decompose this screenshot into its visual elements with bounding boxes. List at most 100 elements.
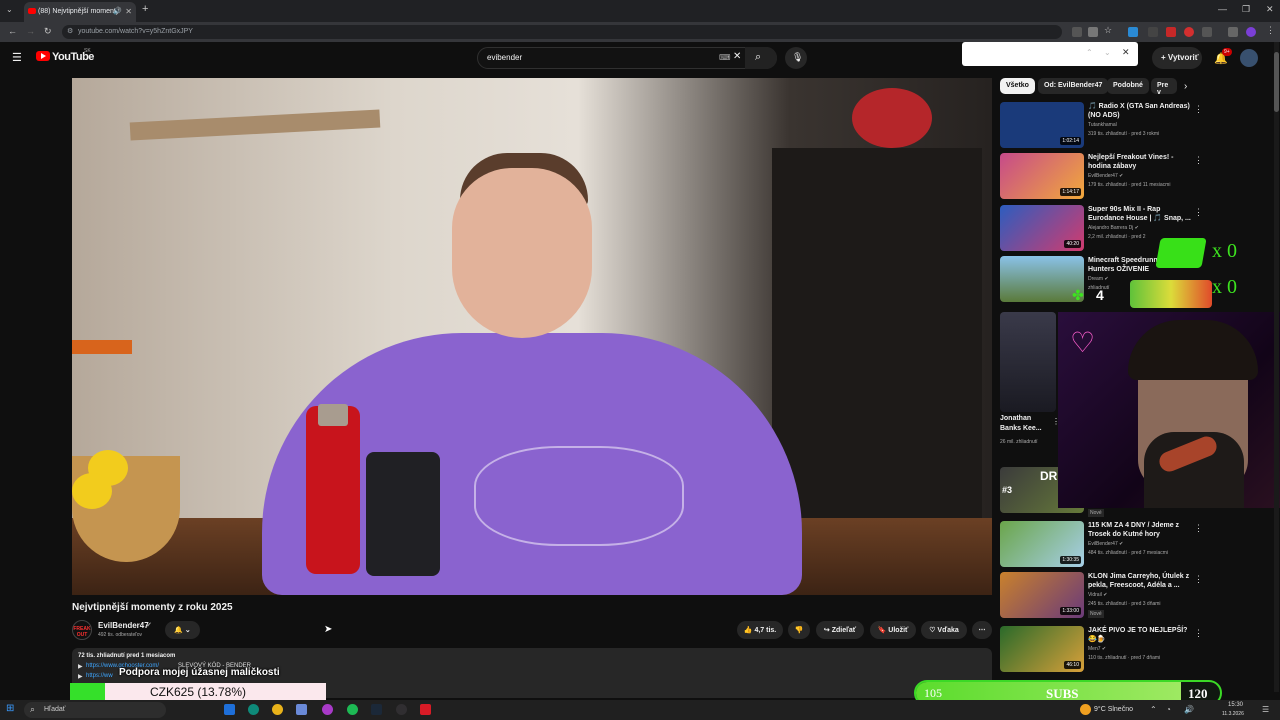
scrollbar-thumb[interactable] — [1274, 52, 1279, 112]
video-thumbnail[interactable]: 46:10 — [1000, 626, 1084, 672]
find-close-icon[interactable]: ✕ — [1122, 47, 1130, 58]
related-video-channel[interactable]: EvilBender47 ✔ — [1088, 541, 1123, 547]
taskbar-search[interactable]: ⌕ Hľadať — [24, 702, 166, 718]
related-video-channel[interactable]: EvilBender47 ✔ — [1088, 173, 1123, 179]
new-tab-plus-icon[interactable]: + — [142, 3, 148, 15]
translate-icon[interactable] — [1088, 27, 1098, 37]
related-video-title[interactable]: Super 90s Mix II - Rap Eurodance House |… — [1088, 205, 1198, 223]
related-video-channel[interactable]: Dream ✔ — [1088, 276, 1109, 282]
video-thumbnail[interactable]: 1:14:17 — [1000, 153, 1084, 199]
chip-from-channel[interactable]: Od: EvilBender47 — [1038, 78, 1109, 94]
tab-close-icon[interactable]: ✕ — [125, 7, 132, 16]
description-link[interactable]: https://ww — [86, 673, 113, 679]
browser-menu-icon[interactable]: ⋮ — [1266, 25, 1275, 36]
related-video-channel[interactable]: Tutankhamal — [1088, 122, 1117, 128]
channel-name[interactable]: EvilBender47 — [98, 621, 149, 630]
forward-arrow-icon[interactable]: → — [26, 26, 35, 36]
channel-avatar[interactable]: FREAK OUT — [72, 620, 92, 640]
search-input[interactable]: evibender — [477, 47, 777, 69]
maximize-icon[interactable]: ❐ — [1242, 4, 1250, 15]
media-icon[interactable] — [1228, 27, 1238, 37]
related-video-title[interactable]: 115 KM ZA 4 DNY / Jdeme z Trosek do Kutn… — [1088, 521, 1198, 539]
video-menu-icon[interactable]: ⋮ — [1194, 104, 1203, 115]
weather-text[interactable]: 9°C Slnečno — [1094, 706, 1133, 713]
video-thumbnail[interactable]: 1:02:14 — [1000, 102, 1084, 148]
tab-menu-chevron-icon[interactable]: ⌄ — [6, 5, 13, 14]
related-video-channel[interactable]: Men7 ✔ — [1088, 646, 1106, 652]
find-up-icon[interactable]: ⌃ — [1086, 48, 1093, 57]
chip-for-you[interactable]: Pre v — [1151, 78, 1177, 94]
account-avatar[interactable] — [1240, 49, 1258, 67]
related-video-card[interactable]: 1:33:00 KLON Jima Carreyho, Útulek z pek… — [1000, 572, 1240, 620]
related-video-title[interactable]: Nejlepší Freakout Vines! - hodina zábavy — [1088, 153, 1198, 171]
share-button[interactable]: ↪ Zdieľať — [816, 621, 864, 639]
dislike-button[interactable]: 👎 — [788, 621, 810, 639]
short-thumbnail[interactable] — [1000, 312, 1056, 412]
chrome-icon[interactable] — [272, 704, 283, 715]
extension2-icon[interactable] — [1148, 27, 1158, 37]
video-thumbnail[interactable]: 40:20 — [1000, 205, 1084, 251]
minimize-icon[interactable]: — — [1218, 4, 1227, 14]
cast-icon[interactable] — [1072, 27, 1082, 37]
voice-search-button[interactable]: 🎙 — [785, 47, 807, 69]
record-icon[interactable] — [1184, 27, 1194, 37]
extension3-icon[interactable] — [1166, 27, 1176, 37]
extensions-puzzle-icon[interactable] — [1202, 27, 1212, 37]
video-player[interactable] — [72, 78, 992, 595]
file-explorer-icon[interactable] — [224, 704, 235, 715]
video-menu-icon[interactable]: ⋮ — [1194, 207, 1203, 218]
related-video-card[interactable]: 46:10 JAKÉ PIVO JE TO NEJLEPŠÍ? 😂🍺 Men7 … — [1000, 626, 1240, 674]
short-title[interactable]: Jonathan Banks Kee... — [1000, 414, 1050, 434]
windows-start-icon[interactable]: ⊞ — [6, 703, 14, 714]
hamburger-menu-icon[interactable]: ☰ — [12, 51, 22, 64]
reload-icon[interactable]: ↻ — [44, 26, 52, 37]
profile-avatar-icon[interactable] — [1246, 27, 1256, 37]
video-menu-icon[interactable]: ⋮ — [1194, 628, 1203, 639]
app2-icon[interactable] — [322, 704, 333, 715]
clock-date[interactable]: 11.3.2026 — [1222, 711, 1244, 717]
video-thumbnail[interactable]: 1:30:35 — [1000, 521, 1084, 567]
steam-icon[interactable] — [371, 704, 382, 715]
network-icon[interactable]: ◔ — [1166, 705, 1171, 714]
keyboard-icon[interactable]: ⌨ — [719, 53, 731, 62]
clock-time[interactable]: 15:30 — [1228, 702, 1243, 708]
related-video-channel[interactable]: Vidrail ✔ — [1088, 592, 1107, 598]
chip-all[interactable]: Všetko — [1000, 78, 1035, 94]
extension-icon[interactable] — [1128, 27, 1138, 37]
video-menu-icon[interactable]: ⋮ — [1194, 574, 1203, 585]
spotify-icon[interactable] — [347, 704, 358, 715]
page-scrollbar[interactable] — [1274, 42, 1279, 692]
youtube-logo-icon[interactable] — [36, 51, 50, 61]
search-button[interactable]: ⌕ — [745, 47, 777, 69]
url-field[interactable]: ⚙ youtube.com/watch?v=y5hZntGxJPY — [62, 25, 1062, 39]
bookmark-star-icon[interactable]: ☆ — [1104, 25, 1112, 36]
clear-search-icon[interactable]: ✕ — [733, 51, 741, 62]
app3-icon[interactable] — [420, 704, 431, 715]
subscribe-bell-button[interactable]: 🔔 ⌄ — [165, 621, 200, 639]
save-button[interactable]: 🔖 Uložiť — [870, 621, 916, 639]
related-video-title[interactable]: JAKÉ PIVO JE TO NEJLEPŠÍ? 😂🍺 — [1088, 626, 1198, 644]
thanks-button[interactable]: ♡ Vďaka — [921, 621, 967, 639]
related-video-card[interactable]: 1:30:35 115 KM ZA 4 DNY / Jdeme z Trosek… — [1000, 521, 1240, 569]
tray-chevron-icon[interactable]: ⌃ — [1150, 705, 1157, 714]
back-arrow-icon[interactable]: ← — [8, 26, 17, 36]
window-close-icon[interactable]: ✕ — [1266, 4, 1274, 15]
volume-icon[interactable]: 🔊 — [1184, 705, 1194, 714]
browser-tab-active[interactable]: (88) Nejvtipnější momenty 🔊 ✕ — [24, 2, 136, 22]
more-actions-button[interactable]: ⋯ — [972, 621, 992, 639]
related-video-card[interactable]: 1:02:14 🎵 Radio X (GTA San Andreas) (NO … — [1000, 102, 1240, 150]
find-down-icon[interactable]: ⌄ — [1104, 48, 1111, 57]
app-icon[interactable] — [296, 704, 307, 715]
related-video-channel[interactable]: Alejandro Barrera Dj ✔ — [1088, 225, 1139, 231]
site-info-icon[interactable]: ⚙ — [67, 27, 73, 35]
edge-icon[interactable] — [248, 704, 259, 715]
obs-icon[interactable] — [396, 704, 407, 715]
related-video-title[interactable]: KLON Jima Carreyho, Útulek z pekla, Free… — [1088, 572, 1198, 590]
related-video-title[interactable]: 🎵 Radio X (GTA San Andreas) (NO ADS) — [1088, 102, 1198, 120]
notification-center-icon[interactable]: ☰ — [1262, 705, 1269, 714]
create-button[interactable]: + Vytvoriť — [1152, 47, 1202, 69]
video-thumbnail[interactable]: 1:33:00 — [1000, 572, 1084, 618]
chip-related[interactable]: Podobné — [1107, 78, 1149, 94]
like-button[interactable]: 👍 4,7 tis. — [737, 621, 783, 639]
related-video-card[interactable]: 1:14:17 Nejlepší Freakout Vines! - hodin… — [1000, 153, 1240, 201]
